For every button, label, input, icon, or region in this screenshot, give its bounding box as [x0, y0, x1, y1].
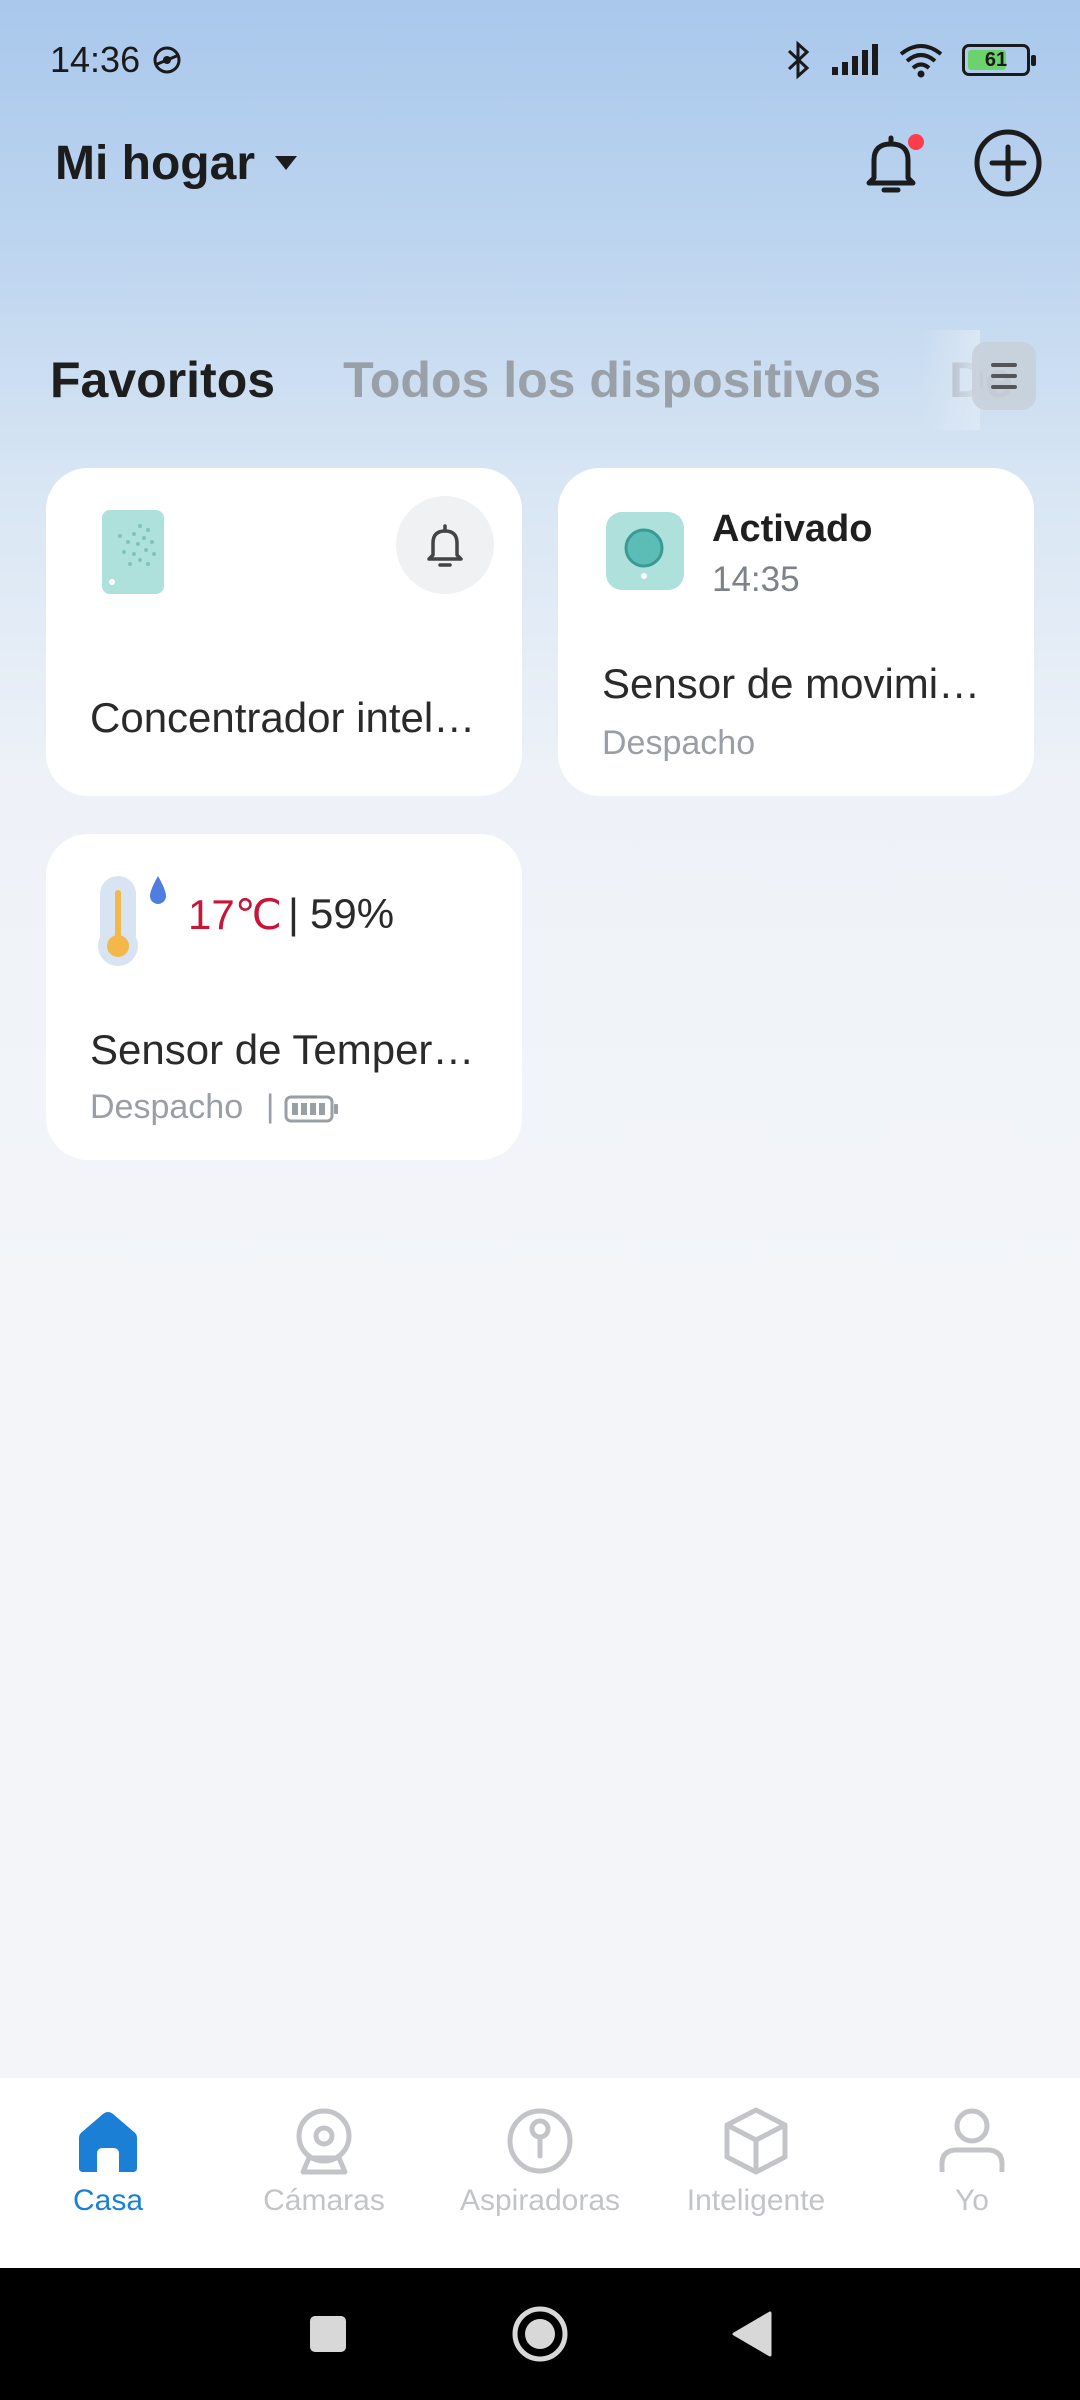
notifications-button[interactable] — [856, 128, 926, 198]
tabbar-camaras[interactable]: Cámaras — [216, 2106, 432, 2218]
person-icon — [939, 2108, 1005, 2172]
motion-status-time: 14:35 — [712, 560, 800, 599]
tabbar-label: Cámaras — [263, 2184, 385, 2217]
camera-icon — [296, 2108, 352, 2175]
tabbar-label: Aspiradoras — [459, 2184, 621, 2217]
device-card-temperature-sensor[interactable]: 17℃ | 59% Sensor de Temper… Despacho | — [46, 834, 522, 1160]
home-icon — [79, 2112, 137, 2172]
caret-down-icon — [275, 156, 297, 170]
add-device-button[interactable] — [972, 127, 1044, 199]
battery-icon: 61 — [962, 44, 1036, 76]
temperature-value: 17℃ — [188, 891, 282, 938]
device-name: Concentrador intel… — [90, 694, 476, 741]
wifi-icon — [899, 44, 943, 78]
battery-level: 61 — [984, 48, 1008, 71]
tab-favoritos[interactable]: Favoritos — [50, 351, 275, 409]
notification-dot — [908, 134, 924, 150]
bluetooth-icon — [787, 40, 810, 80]
signal-icon — [832, 44, 878, 75]
home-button[interactable] — [510, 2304, 570, 2364]
vpn-icon — [153, 46, 181, 74]
tabbar-inteligente[interactable]: Inteligente — [648, 2106, 864, 2218]
status-time: 14:36 — [50, 39, 141, 80]
room-battery-divider: | — [266, 1088, 275, 1124]
battery-level-icon — [284, 1095, 338, 1123]
home-selector[interactable]: Mi hogar — [55, 136, 297, 191]
tabbar-label: Yo — [955, 2184, 989, 2217]
device-room: Despacho — [602, 724, 756, 762]
home-name: Mi hogar — [55, 136, 255, 190]
thermometer-icon — [98, 876, 166, 966]
bottom-tab-bar: Casa Cámaras Aspiradoras Inteligente Yo — [0, 2078, 1080, 2268]
header: Mi hogar — [0, 118, 1080, 208]
motion-status: Activado — [712, 508, 873, 550]
device-name: Sensor de Temper… — [90, 1026, 475, 1073]
tabbar-label: Casa — [72, 2184, 144, 2217]
hub-alarm-button[interactable] — [396, 496, 494, 594]
tabbar-aspiradoras[interactable]: Aspiradoras — [432, 2106, 648, 2218]
status-bar: 14:36 61 — [0, 0, 1080, 120]
motion-sensor-icon — [606, 512, 684, 590]
tabs-menu-button[interactable] — [972, 342, 1036, 410]
tabbar-label: Inteligente — [686, 2184, 826, 2217]
bell-icon — [427, 524, 463, 567]
system-navigation-bar — [0, 2268, 1080, 2400]
device-card-hub[interactable]: Concentrador intel… — [46, 468, 522, 796]
recents-button[interactable] — [306, 2312, 350, 2356]
hub-device-icon — [102, 510, 164, 594]
vacuum-icon — [507, 2108, 573, 2174]
category-tabs: Favoritos Todos los dispositivos De — [0, 330, 1080, 430]
cube-icon — [724, 2107, 788, 2175]
tab-fade — [920, 330, 980, 430]
temp-humidity-separator: | — [288, 890, 299, 937]
device-room: Despacho — [90, 1088, 244, 1126]
back-button[interactable] — [730, 2309, 774, 2359]
humidity-value: 59% — [310, 890, 395, 937]
tabbar-casa[interactable]: Casa — [0, 2106, 216, 2218]
device-card-motion-sensor[interactable]: Activado 14:35 Sensor de movimi… Despach… — [558, 468, 1034, 796]
tabbar-yo[interactable]: Yo — [864, 2106, 1080, 2218]
tab-todos-los-dispositivos[interactable]: Todos los dispositivos — [343, 351, 881, 409]
device-name: Sensor de movimi… — [602, 660, 981, 707]
